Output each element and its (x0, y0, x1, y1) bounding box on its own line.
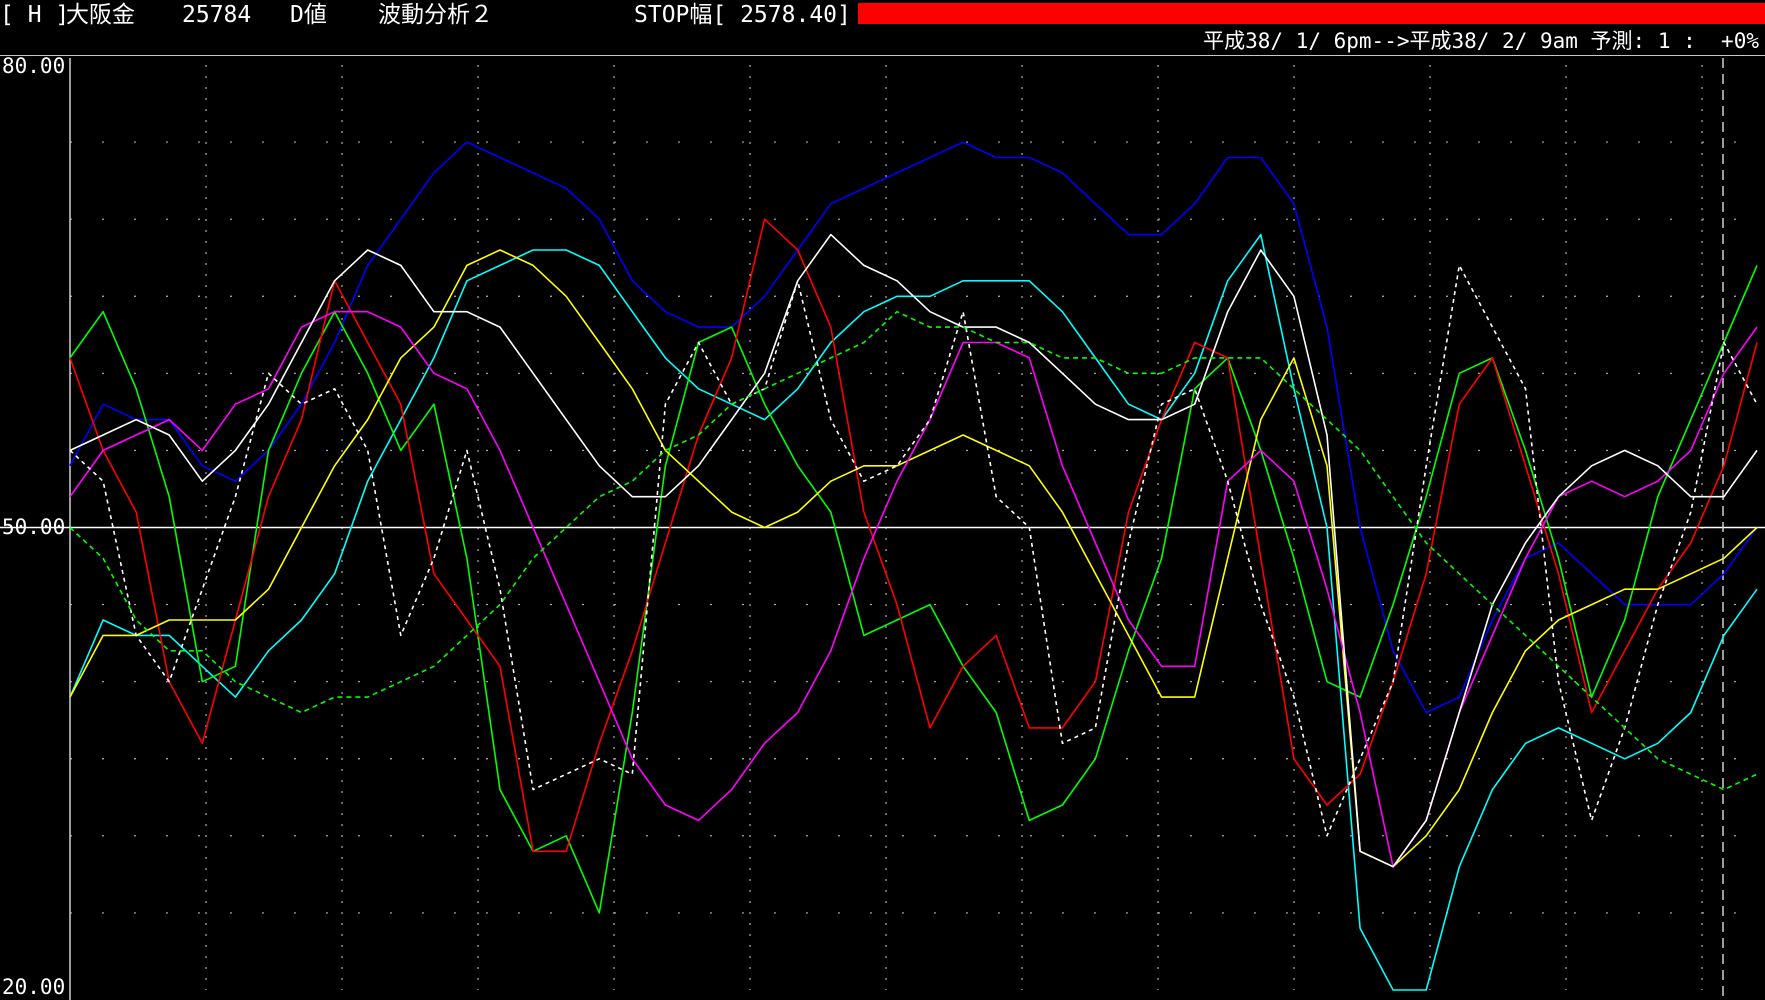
y-tick-mid: 50.00 (2, 515, 66, 539)
y-tick-top: 80.00 (2, 54, 66, 78)
y-tick-bottom: 20.00 (2, 975, 66, 999)
wave-analysis-chart (0, 58, 1765, 1000)
series-line-9 (69, 310, 1758, 791)
series-line-4 (69, 218, 1758, 853)
series-line-1 (69, 141, 1758, 714)
series-line-8 (69, 264, 1758, 837)
